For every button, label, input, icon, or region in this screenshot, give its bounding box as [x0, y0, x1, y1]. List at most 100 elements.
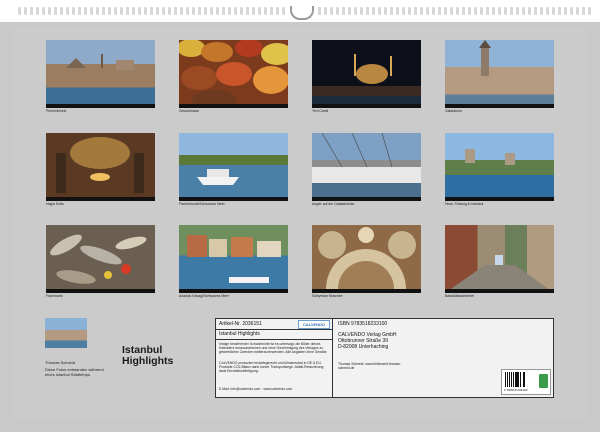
- calendar-back-cover: Prinzeninseln Gewürzbasar Yeni Camii Gal…: [14, 26, 586, 420]
- photo-thumb: [312, 133, 421, 201]
- binding-hole: [90, 7, 93, 15]
- binding-hole: [276, 7, 279, 15]
- binding-hole: [330, 7, 333, 15]
- photo-thumb: [46, 40, 155, 108]
- photo-thumb: [46, 225, 155, 293]
- binding-hole: [396, 7, 399, 15]
- binding-hole: [504, 7, 507, 15]
- binding-hole: [354, 7, 357, 15]
- photo-caption: Prinzeninseln: [46, 109, 67, 113]
- binding-hole: [246, 7, 249, 15]
- binding-hole: [174, 7, 177, 15]
- binding-hole: [138, 7, 141, 15]
- isbn: ISBN 9783518233100: [338, 321, 388, 327]
- barcode-bars: [505, 372, 537, 387]
- barcode-bar: [513, 372, 514, 387]
- barcode-digits: 9 783518 233100: [504, 388, 528, 392]
- binding-hole: [66, 7, 69, 15]
- binding-hole: [378, 7, 381, 15]
- binding-hole: [198, 7, 201, 15]
- binding-hole: [108, 7, 111, 15]
- calvendo-logo: CALVENDO: [298, 320, 330, 329]
- photo-caption: Süleymian Moschee: [312, 294, 343, 298]
- binding-hole: [582, 7, 585, 15]
- binding-hole: [72, 7, 75, 15]
- binding-hole: [258, 7, 261, 15]
- binding-hole: [528, 7, 531, 15]
- binding-hole: [30, 7, 33, 15]
- author-name: Thomas Schneid: [45, 360, 76, 365]
- binding-hole: [78, 7, 81, 15]
- photo-caption: Gewürzbasar: [179, 109, 200, 113]
- binding-hole: [96, 7, 99, 15]
- photo-thumb: [445, 225, 554, 293]
- photo-caption: Anadolu Kavagi/Schwarzes Meer: [179, 294, 229, 298]
- binding-hole: [240, 7, 243, 15]
- barcode: 9 783518 233100: [501, 369, 551, 395]
- binding-hole: [102, 7, 105, 15]
- binding-hole: [168, 7, 171, 15]
- binding-hole: [150, 7, 153, 15]
- eco-leaf-icon: [539, 374, 548, 388]
- binding-hole: [438, 7, 441, 15]
- binding-hole: [144, 7, 147, 15]
- binding-hole: [516, 7, 519, 15]
- photo-caption: Fischmarkt: [46, 294, 63, 298]
- cover-preview: [45, 318, 87, 348]
- binding-hole: [48, 7, 51, 15]
- photo-caption: Balat/Altstadtviertel: [445, 294, 475, 298]
- binding-hole: [24, 7, 27, 15]
- barcode-bar: [519, 372, 521, 387]
- legal-text: Infolge bestehender Schutzrechte ist es …: [219, 342, 328, 355]
- binding-hole: [372, 7, 375, 15]
- binding-hole: [204, 7, 207, 15]
- photo-thumb: [312, 225, 421, 293]
- binding-hole: [522, 7, 525, 15]
- binding-hole: [318, 7, 321, 15]
- binding-hole: [132, 7, 135, 15]
- title-line-2: Highlights: [122, 355, 174, 367]
- publisher-info-box: Artikel-Nr. 2036151 CALVENDO Istanbul Hi…: [215, 318, 554, 398]
- barcode-bar: [509, 372, 510, 387]
- binding-hole: [84, 7, 87, 15]
- binding-hole: [114, 7, 117, 15]
- photo-caption: Yeni Camii: [312, 109, 329, 113]
- binding-hole: [156, 7, 159, 15]
- binding-hole: [348, 7, 351, 15]
- binding-hole: [462, 7, 465, 15]
- photo-thumb: [179, 225, 288, 293]
- binding-hole: [222, 7, 225, 15]
- binding-hole: [210, 7, 213, 15]
- binding-hole: [252, 7, 255, 15]
- binding-hole: [270, 7, 273, 15]
- photo-caption: Fischerboote/Schwarzes Meer: [179, 202, 225, 206]
- binding-hole: [366, 7, 369, 15]
- binding-hole: [120, 7, 123, 15]
- binding-hole: [456, 7, 459, 15]
- legal-cell: Infolge bestehender Schutzrechte ist es …: [216, 339, 333, 397]
- photo-thumb: [445, 40, 554, 108]
- binding-hole: [18, 7, 21, 15]
- binding-hole: [360, 7, 363, 15]
- binding-hole: [336, 7, 339, 15]
- binding-hole: [36, 7, 39, 15]
- binding-hole: [324, 7, 327, 15]
- binding-hole: [390, 7, 393, 15]
- publisher-city: D-82008 Unterhaching: [338, 344, 389, 350]
- binding-hole: [450, 7, 453, 15]
- binding-hole: [426, 7, 429, 15]
- binding-hole: [558, 7, 561, 15]
- photo-caption: Angler auf der Galatabrücke: [312, 202, 355, 206]
- barcode-bar: [510, 372, 511, 387]
- binding-hole: [402, 7, 405, 15]
- binding-hole: [414, 7, 417, 15]
- calendar-description: Diese Fotos entstanden während eines Ist…: [45, 367, 104, 377]
- binding-hole: [444, 7, 447, 15]
- binding-hole: [234, 7, 237, 15]
- binding-hole: [510, 7, 513, 15]
- photo-thumb: [179, 133, 288, 201]
- calendar-title: Istanbul Highlights: [122, 345, 173, 367]
- photo-thumb: [179, 40, 288, 108]
- binding-hole: [282, 7, 285, 15]
- binding-hole: [162, 7, 165, 15]
